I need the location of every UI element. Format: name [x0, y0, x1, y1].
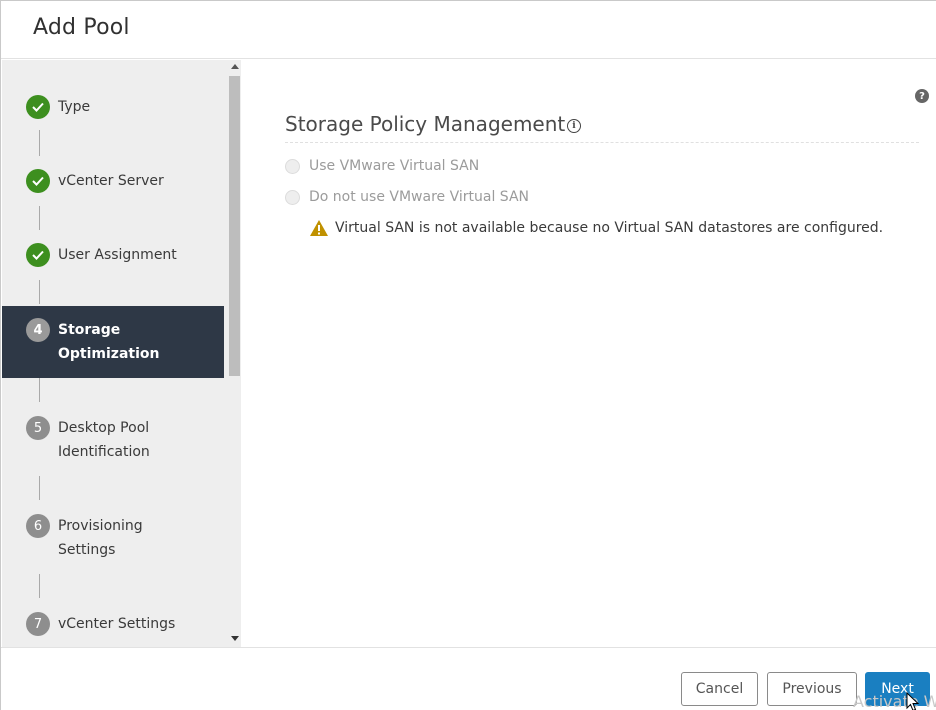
activation-watermark: Activate W — [853, 692, 936, 710]
option-no-vsan[interactable]: Do not use VMware Virtual SAN — [285, 187, 529, 207]
scroll-down-arrow-icon[interactable] — [231, 636, 239, 641]
dialog-title: Add Pool — [33, 15, 130, 40]
scrollbar-thumb[interactable] — [229, 76, 240, 376]
step-label-line1: Desktop Pool — [58, 420, 150, 436]
step-vcenter-server[interactable]: vCenter Server — [2, 168, 224, 194]
step-label-line2: Optimization — [58, 346, 160, 362]
section-divider — [285, 142, 919, 143]
option-label: Do not use VMware Virtual SAN — [309, 189, 529, 205]
step-label-line1: Provisioning — [58, 518, 143, 534]
step-number: 5 — [26, 416, 50, 440]
dialog-header: Add Pool — [1, 1, 936, 59]
question-icon[interactable]: ? — [915, 89, 929, 103]
step-number: 7 — [26, 612, 50, 636]
scroll-up-arrow-icon[interactable] — [231, 64, 239, 69]
step-label: Type — [58, 99, 91, 115]
step-connector — [39, 476, 40, 500]
dialog-footer: Cancel Previous Next Activate W — [1, 647, 936, 710]
step-vcenter-settings[interactable]: 7 vCenter Settings — [2, 611, 224, 637]
cancel-button[interactable]: Cancel — [681, 672, 758, 706]
step-connector — [39, 378, 40, 402]
info-icon[interactable]: i — [567, 119, 581, 133]
step-label-line1: Storage — [58, 322, 121, 338]
warning-icon — [310, 220, 328, 236]
check-icon — [26, 95, 50, 119]
radio-button[interactable] — [285, 189, 300, 205]
add-pool-dialog: Add Pool Type vCenter Server User Assign… — [0, 0, 936, 710]
step-number: 6 — [26, 514, 50, 538]
step-storage-optimization[interactable]: 4 Storage Optimization — [2, 306, 224, 378]
step-user-assignment[interactable]: User Assignment — [2, 242, 224, 268]
wizard-sidebar: Type vCenter Server User Assignment 4 St… — [2, 60, 241, 647]
step-label: vCenter Server — [58, 173, 164, 189]
step-list: Type vCenter Server User Assignment 4 St… — [2, 60, 224, 647]
step-number: 4 — [26, 318, 50, 342]
step-connector — [39, 130, 40, 156]
previous-button[interactable]: Previous — [767, 672, 857, 706]
warning-text: Virtual SAN is not available because no … — [335, 220, 884, 236]
step-label: vCenter Settings — [58, 616, 176, 632]
section-title: Storage Policy Management — [285, 112, 566, 136]
step-connector — [39, 206, 40, 230]
main-content: ? Storage Policy Management i Use VMware… — [241, 60, 936, 647]
step-label-line2: Settings — [58, 542, 116, 558]
option-label: Use VMware Virtual SAN — [309, 158, 480, 174]
mouse-cursor-icon — [906, 692, 920, 710]
radio-button[interactable] — [285, 158, 300, 174]
option-use-vsan[interactable]: Use VMware Virtual SAN — [285, 156, 479, 176]
step-desktop-pool-identification[interactable]: 5 Desktop Pool Identification — [2, 415, 224, 465]
step-connector — [39, 574, 40, 598]
vsan-warning: Virtual SAN is not available because no … — [309, 217, 883, 239]
check-icon — [26, 243, 50, 267]
step-type[interactable]: Type — [2, 94, 224, 120]
step-label: User Assignment — [58, 247, 177, 263]
sidebar-scrollbar[interactable] — [228, 60, 241, 647]
step-label-line2: Identification — [58, 444, 150, 460]
step-connector — [39, 280, 40, 304]
check-icon — [26, 169, 50, 193]
step-provisioning-settings[interactable]: 6 Provisioning Settings — [2, 513, 224, 563]
